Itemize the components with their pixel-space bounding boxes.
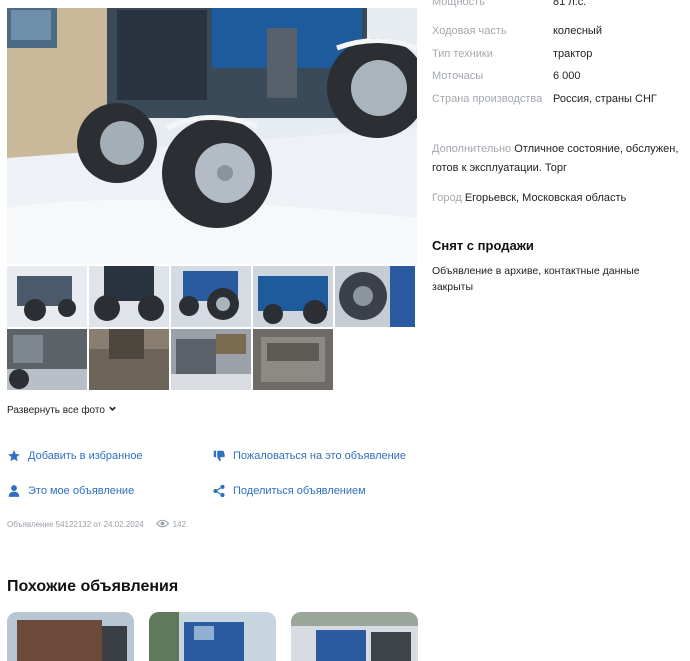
spec-value: колесный	[553, 25, 602, 37]
thumbs-down-icon	[212, 449, 226, 463]
similar-ad-image	[7, 612, 134, 661]
additional-info: Дополнительно Отличное состояние, обслуж…	[432, 140, 688, 178]
thumbnail-grid	[7, 266, 419, 390]
share-icon	[212, 484, 226, 498]
ad-info: Объявление 54122132 от 24.02.2024	[7, 520, 144, 529]
spec-row: Тип техники трактор	[432, 48, 592, 60]
spec-key: Моточасы	[432, 70, 484, 82]
similar-ad-card[interactable]	[7, 612, 134, 661]
report-ad-button[interactable]: Пожаловаться на это объявление	[212, 449, 406, 463]
tractor-photo	[7, 8, 417, 264]
my-ad-button[interactable]: Это мое объявление	[7, 484, 134, 498]
spec-key: Тип техники	[432, 48, 493, 60]
thumbnail[interactable]	[89, 329, 169, 390]
city-label: Город	[432, 192, 462, 204]
thumbnail[interactable]	[253, 266, 333, 327]
share-ad-button[interactable]: Поделиться объявлением	[212, 484, 366, 498]
expand-photos-label: Развернуть все фото	[7, 404, 105, 416]
spec-row: Страна производства Россия, страны СНГ	[432, 93, 657, 105]
thumbnail[interactable]	[171, 329, 251, 390]
chevron-down-icon	[108, 404, 117, 416]
spec-key: Мощность	[432, 0, 485, 8]
report-ad-label: Пожаловаться на это объявление	[233, 450, 406, 462]
eye-icon	[155, 519, 169, 530]
city-info: Город Егорьевск, Московская область	[432, 192, 626, 204]
similar-ad-card[interactable]	[291, 612, 418, 661]
similar-ad-card[interactable]	[149, 612, 276, 661]
star-icon	[7, 449, 21, 463]
ad-meta: Объявление 54122132 от 24.02.2024 142	[7, 519, 186, 530]
thumbnail[interactable]	[7, 266, 87, 327]
spec-row: Мощность 81 л.с.	[432, 0, 586, 8]
user-icon	[7, 484, 21, 498]
similar-ad-image	[291, 612, 418, 661]
spec-value: Россия, страны СНГ	[553, 93, 657, 105]
similar-ads-title: Похожие объявления	[7, 578, 179, 595]
spec-key: Страна производства	[432, 93, 543, 105]
main-photo[interactable]	[7, 8, 417, 264]
share-ad-label: Поделиться объявлением	[233, 485, 366, 497]
add-favorite-button[interactable]: Добавить в избранное	[7, 449, 143, 463]
thumbnail[interactable]	[335, 266, 415, 327]
expand-photos-link[interactable]: Развернуть все фото	[7, 404, 117, 416]
add-favorite-label: Добавить в избранное	[28, 450, 143, 462]
status-text: Объявление в архиве, контактные данные з…	[432, 265, 640, 293]
views-counter: 142	[155, 519, 186, 530]
thumbnail[interactable]	[253, 329, 333, 390]
spec-value: 6 000	[553, 70, 581, 82]
similar-ad-image	[149, 612, 276, 661]
spec-row: Ходовая часть колесный	[432, 25, 602, 37]
thumbnail[interactable]	[7, 329, 87, 390]
my-ad-label: Это мое объявление	[28, 485, 135, 497]
status-title: Снят с продажи	[432, 238, 534, 253]
thumbnail[interactable]	[89, 266, 169, 327]
views-count: 142	[172, 520, 186, 529]
spec-value: 81 л.с.	[553, 0, 587, 8]
spec-value: трактор	[553, 48, 593, 60]
thumbnail[interactable]	[171, 266, 251, 327]
additional-label: Дополнительно	[432, 143, 512, 155]
spec-key: Ходовая часть	[432, 25, 507, 37]
city-value: Егорьевск, Московская область	[464, 192, 627, 204]
spec-row: Моточасы 6 000	[432, 70, 581, 82]
